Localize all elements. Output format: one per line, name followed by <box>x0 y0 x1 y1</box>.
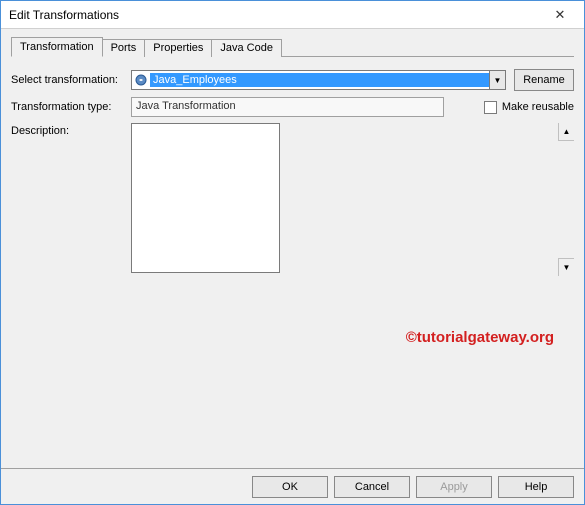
rename-button[interactable]: Rename <box>514 69 574 91</box>
tab-label: Java Code <box>220 42 273 54</box>
description-row: Description: ▲ ▼ <box>11 123 574 276</box>
tab-label: Properties <box>153 42 203 54</box>
help-button[interactable]: Help <box>498 476 574 498</box>
dialog-window: Edit Transformations ✕ Transformation Po… <box>0 0 585 505</box>
tab-label: Ports <box>111 42 137 54</box>
make-reusable-label: Make reusable <box>502 101 574 113</box>
tab-java-code[interactable]: Java Code <box>211 39 282 57</box>
scroll-down-icon[interactable]: ▼ <box>558 258 574 276</box>
window-title: Edit Transformations <box>9 8 119 22</box>
tab-transformation[interactable]: Transformation <box>11 37 103 57</box>
watermark-text: ©tutorialgateway.org <box>406 329 554 346</box>
transformation-type-label: Transformation type: <box>11 101 131 113</box>
transformation-type-row: Transformation type: Java Transformation… <box>11 97 574 117</box>
chevron-down-icon: ▼ <box>489 71 505 89</box>
cancel-button[interactable]: Cancel <box>334 476 410 498</box>
description-wrap: ▲ ▼ <box>131 123 574 276</box>
make-reusable-checkbox[interactable] <box>484 101 497 114</box>
close-icon[interactable]: ✕ <box>542 5 578 25</box>
tab-panel-transformation: Select transformation: Java_Employees ▼ … <box>11 56 574 276</box>
make-reusable-wrap[interactable]: Make reusable <box>484 101 574 114</box>
description-textarea[interactable] <box>131 123 280 273</box>
tab-ports[interactable]: Ports <box>102 39 146 57</box>
select-transformation-value: Java_Employees <box>150 73 489 87</box>
titlebar: Edit Transformations ✕ <box>1 1 584 29</box>
tab-strip: Transformation Ports Properties Java Cod… <box>11 37 574 57</box>
apply-button[interactable]: Apply <box>416 476 492 498</box>
select-transformation-label: Select transformation: <box>11 74 131 86</box>
scroll-up-icon[interactable]: ▲ <box>558 123 574 141</box>
select-transformation-row: Select transformation: Java_Employees ▼ … <box>11 69 574 91</box>
transformation-type-value: Java Transformation <box>131 97 444 117</box>
description-label: Description: <box>11 123 131 137</box>
select-transformation-dropdown[interactable]: Java_Employees ▼ <box>131 70 506 90</box>
ok-button[interactable]: OK <box>252 476 328 498</box>
tab-label: Transformation <box>20 41 94 53</box>
button-bar: OK Cancel Apply Help <box>1 468 584 504</box>
dialog-body: Transformation Ports Properties Java Cod… <box>1 29 584 468</box>
tab-properties[interactable]: Properties <box>144 39 212 57</box>
java-icon <box>134 73 148 87</box>
